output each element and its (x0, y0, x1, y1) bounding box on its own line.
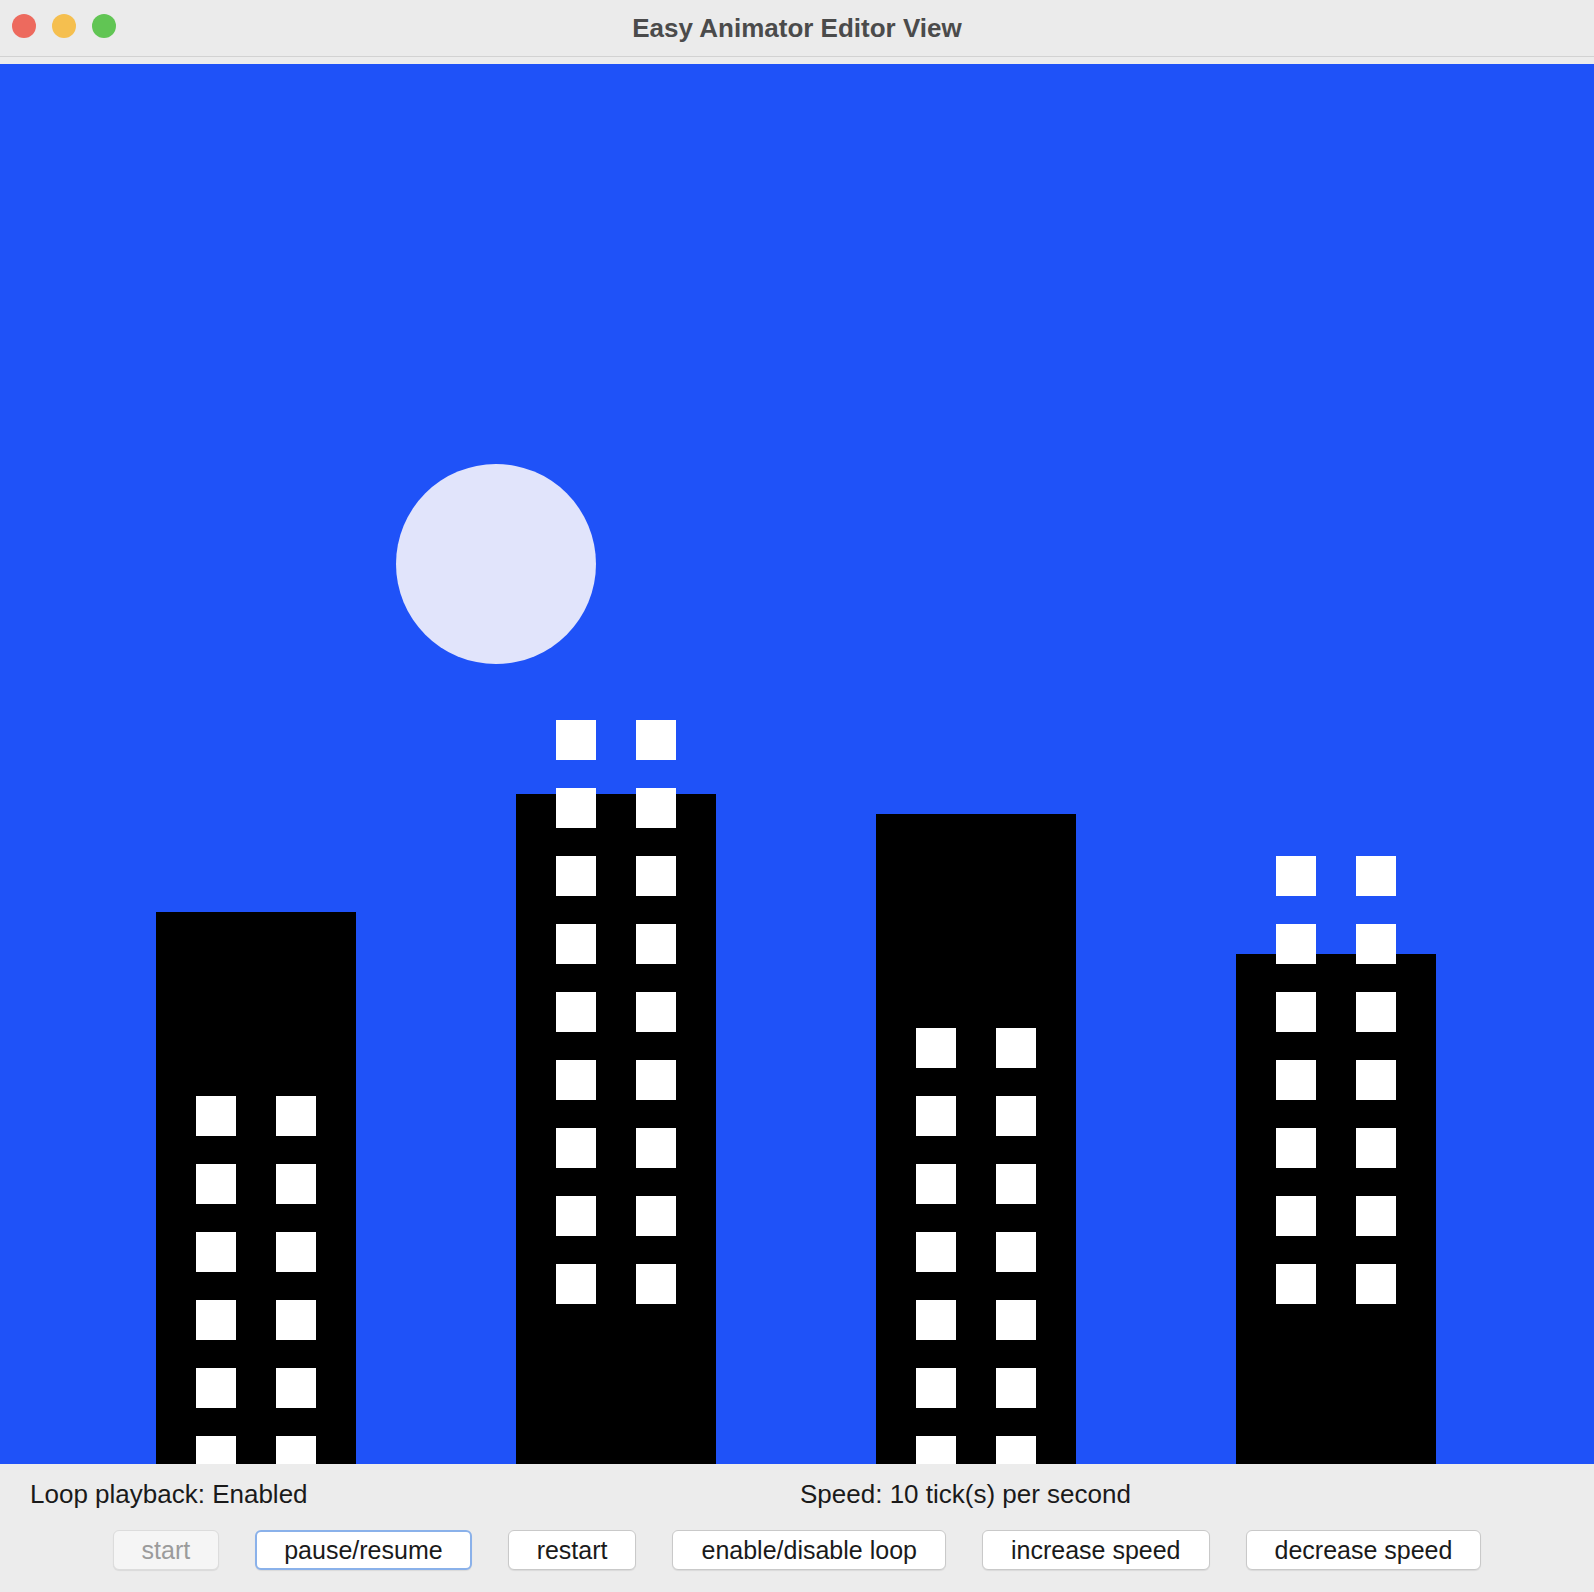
close-icon[interactable] (12, 14, 36, 38)
building-window (1356, 992, 1396, 1032)
building-window (1276, 1060, 1316, 1100)
control-button[interactable]: pause/resume (255, 1530, 471, 1570)
building-window (996, 1028, 1036, 1068)
animation-canvas (0, 64, 1594, 1464)
building-window (1276, 856, 1316, 896)
building-window (636, 992, 676, 1032)
window-title: Easy Animator Editor View (632, 13, 961, 44)
minimize-icon[interactable] (52, 14, 76, 38)
building-window (636, 1128, 676, 1168)
building-window (996, 1232, 1036, 1272)
building-window (1356, 1196, 1396, 1236)
building-window (276, 1436, 316, 1464)
building-window (276, 1232, 316, 1272)
building-window (556, 1128, 596, 1168)
building-window (996, 1300, 1036, 1340)
building-window (1276, 992, 1316, 1032)
building-window (276, 1368, 316, 1408)
control-panel: Loop playback: Enabled Speed: 10 tick(s)… (0, 1464, 1594, 1592)
building-window (1356, 856, 1396, 896)
building (1236, 954, 1436, 1464)
control-button[interactable]: enable/disable loop (672, 1530, 945, 1570)
building-window (636, 1060, 676, 1100)
building-window (1276, 924, 1316, 964)
control-button[interactable]: decrease speed (1246, 1530, 1482, 1570)
building-window (636, 720, 676, 760)
building-window (916, 1164, 956, 1204)
building-window (1276, 1264, 1316, 1304)
control-button[interactable]: restart (508, 1530, 637, 1570)
building-window (556, 1196, 596, 1236)
building-window (916, 1368, 956, 1408)
building-window (196, 1436, 236, 1464)
zoom-icon[interactable] (92, 14, 116, 38)
building-window (636, 856, 676, 896)
building-window (556, 992, 596, 1032)
building-window (916, 1232, 956, 1272)
building-window (556, 856, 596, 896)
building-window (556, 1264, 596, 1304)
building-window (636, 924, 676, 964)
building-window (1356, 1264, 1396, 1304)
button-row: start pause/resume restart enable/disable l… (0, 1530, 1594, 1570)
building-window (276, 1300, 316, 1340)
building-window (276, 1096, 316, 1136)
speed-status: Speed: 10 tick(s) per second (797, 1479, 1594, 1510)
moon (396, 464, 596, 664)
building (516, 794, 716, 1464)
control-button[interactable]: increase speed (982, 1530, 1210, 1570)
building-window (1356, 1060, 1396, 1100)
building-window (196, 1096, 236, 1136)
building-window (996, 1368, 1036, 1408)
building-window (1356, 1128, 1396, 1168)
building-window (276, 1164, 316, 1204)
building-window (556, 720, 596, 760)
building-window (916, 1436, 956, 1464)
building-window (996, 1164, 1036, 1204)
loop-status: Loop playback: Enabled (0, 1479, 797, 1510)
building-window (556, 1060, 596, 1100)
building-window (636, 1264, 676, 1304)
building-window (996, 1096, 1036, 1136)
editor-window: Easy Animator Editor View Loop playback:… (0, 0, 1594, 1592)
content-top-strip (0, 57, 1594, 64)
building (876, 814, 1076, 1464)
control-button[interactable]: start (113, 1530, 220, 1570)
status-row: Loop playback: Enabled Speed: 10 tick(s)… (0, 1478, 1594, 1510)
building-window (196, 1232, 236, 1272)
building-window (196, 1164, 236, 1204)
building-window (1276, 1128, 1316, 1168)
building-window (916, 1300, 956, 1340)
building-window (916, 1096, 956, 1136)
building-window (636, 788, 676, 828)
building-window (996, 1436, 1036, 1464)
building-window (1356, 924, 1396, 964)
title-bar: Easy Animator Editor View (0, 0, 1594, 57)
building-window (556, 788, 596, 828)
building-window (1276, 1196, 1316, 1236)
building-window (196, 1300, 236, 1340)
building-window (636, 1196, 676, 1236)
sky (0, 64, 1594, 1464)
building-window (916, 1028, 956, 1068)
building-window (196, 1368, 236, 1408)
building-window (556, 924, 596, 964)
scene (0, 64, 1594, 1464)
window-controls (12, 14, 116, 38)
building (156, 912, 356, 1464)
